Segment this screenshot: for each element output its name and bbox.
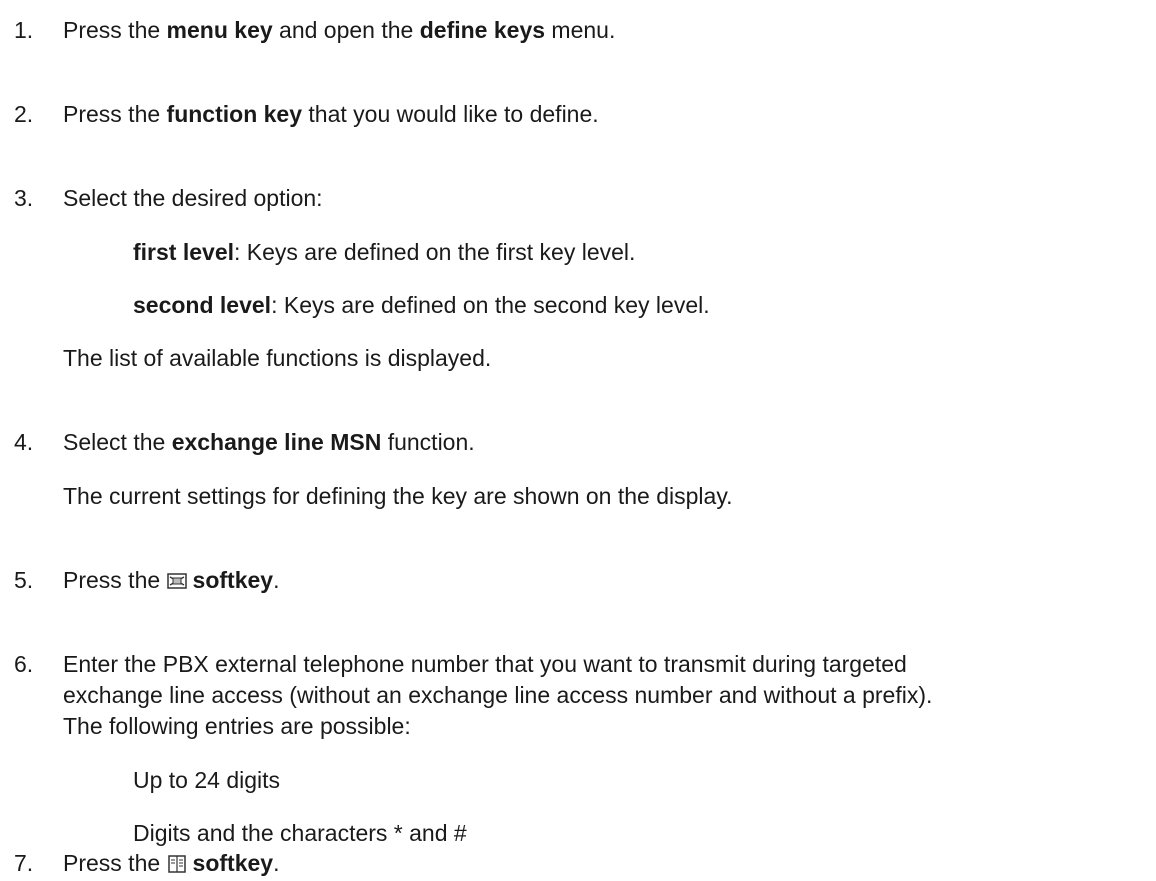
step-note: The current settings for defining the ke…	[63, 483, 733, 509]
step-text: Press the	[63, 567, 167, 593]
step-number: 4.	[14, 429, 34, 455]
step-text: Press the	[63, 850, 167, 876]
step-text: .	[273, 567, 280, 593]
entry-item: Digits and the characters * and #	[133, 820, 467, 846]
step-1: 1. Press the menu key and open the define…	[14, 15, 615, 45]
step-text: Enter the PBX external telephone number …	[63, 651, 907, 677]
step-number: 5.	[14, 567, 34, 593]
option-label: second level	[133, 292, 272, 318]
step-5: 5. Press the softkey.	[14, 565, 279, 595]
phone-book-edit-icon	[166, 568, 187, 589]
step-emphasis: softkey	[192, 567, 274, 593]
step-2: 2. Press the function key that you would …	[14, 99, 599, 129]
step-text: Press the	[63, 17, 167, 43]
step-note: The list of available functions is displ…	[63, 345, 492, 371]
step-number: 7.	[14, 850, 34, 876]
option-second-level: second level: Keys are defined on the se…	[133, 290, 710, 320]
option-text: : Keys are defined on the first key leve…	[234, 239, 636, 265]
step-text: function.	[381, 429, 475, 455]
step-text: Select the desired option:	[63, 185, 323, 211]
instruction-document: 1. Press the menu key and open the define…	[0, 0, 1156, 876]
step-emphasis: exchange line MSN	[171, 429, 382, 455]
step-7: 7. Press the softkey.	[14, 848, 279, 878]
step-number: 3.	[14, 185, 34, 211]
option-label: first level	[133, 239, 234, 265]
step-text: Select the	[63, 429, 172, 455]
step-text: .	[273, 850, 280, 876]
step-emphasis: function key	[166, 101, 303, 127]
step-emphasis: menu key	[166, 17, 273, 43]
step-emphasis: softkey	[192, 850, 274, 876]
save-book-icon	[167, 851, 187, 873]
step-text: and open the	[272, 17, 420, 43]
step-6: 6. Enter the PBX external telephone numbe…	[14, 649, 907, 679]
step-number: 2.	[14, 101, 34, 127]
step-3: 3. Select the desired option:	[14, 183, 323, 213]
option-text: : Keys are defined on the second key lev…	[271, 292, 710, 318]
step-emphasis: define keys	[419, 17, 546, 43]
step-number: 6.	[14, 651, 34, 677]
step-text: menu.	[545, 17, 616, 43]
step-text: Press the	[63, 101, 167, 127]
entry-item: Up to 24 digits	[133, 767, 281, 793]
step-4: 4. Select the exchange line MSN function.	[14, 427, 475, 457]
option-first-level: first level: Keys are defined on the fir…	[133, 237, 635, 267]
step-text: The following entries are possible:	[63, 713, 411, 739]
step-number: 1.	[14, 17, 34, 43]
step-text: that you would like to define.	[302, 101, 599, 127]
step-text: exchange line access (without an exchang…	[63, 682, 933, 708]
